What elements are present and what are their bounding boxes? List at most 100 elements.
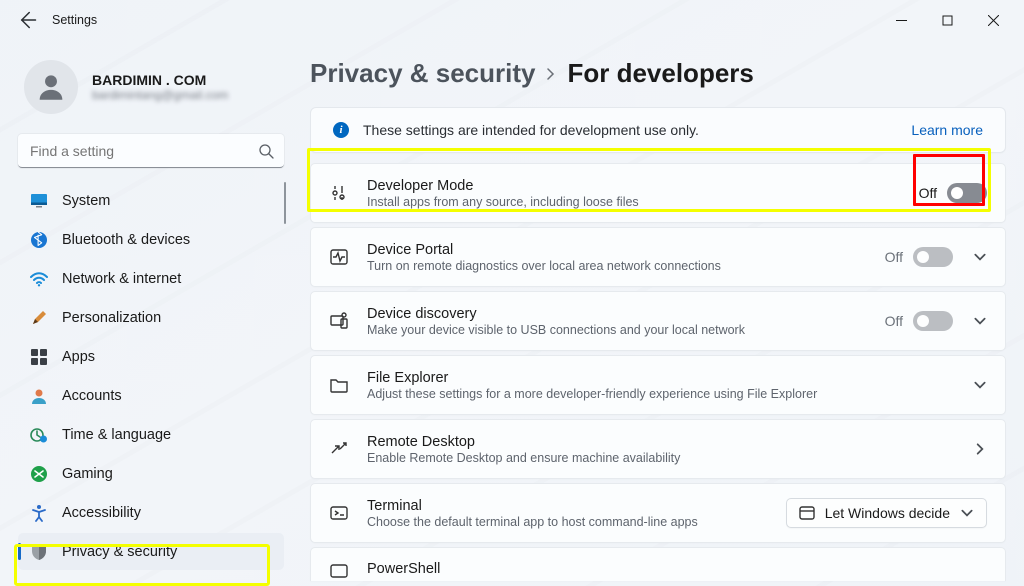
sidebar-item-label: Windows Update [62,583,172,586]
arrow-left-icon [18,10,38,30]
sidebar-item-label: Apps [62,349,95,365]
card-title: PowerShell [367,561,987,577]
card-title: Developer Mode [367,178,919,194]
card-desc: Choose the default terminal app to host … [367,515,786,529]
toggle-label: Off [885,249,903,265]
profile-block[interactable]: BARDIMIN . COM bardimintang@gmail.com [18,44,284,128]
avatar [24,60,78,114]
display-icon [30,192,48,210]
sidebar: BARDIMIN . COM bardimintang@gmail.com Sy… [0,40,296,586]
back-button[interactable] [18,10,38,30]
card-desc: Enable Remote Desktop and ensure machine… [367,451,973,465]
card-terminal[interactable]: Terminal Choose the default terminal app… [310,483,1006,543]
brush-icon [30,309,48,327]
bluetooth-icon [30,231,48,249]
devmode-icon [329,183,349,203]
sidebar-item-label: Accessibility [62,505,141,521]
chevron-down-icon [973,378,987,392]
wifi-icon [30,270,48,288]
close-button[interactable] [970,4,1016,36]
sidebar-item-personalization[interactable]: Personalization [18,299,284,336]
clock-globe-icon [30,426,48,444]
card-desc: Make your device visible to USB connecti… [367,323,885,337]
card-remote-desktop[interactable]: Remote Desktop Enable Remote Desktop and… [310,419,1006,479]
card-file-explorer[interactable]: File Explorer Adjust these settings for … [310,355,1006,415]
card-title: Device Portal [367,242,885,258]
search-input[interactable] [18,134,284,168]
learn-more-link[interactable]: Learn more [911,122,983,138]
chevron-right-icon [973,442,987,456]
breadcrumb-parent[interactable]: Privacy & security [310,58,535,89]
main-content: Privacy & security For developers i Thes… [296,40,1024,586]
chevron-right-icon [545,68,557,80]
sidebar-item-time[interactable]: Time & language [18,416,284,453]
card-title: Terminal [367,498,786,514]
toggle-label: Off [885,313,903,329]
chevron-down-icon [973,314,987,328]
heartbeat-icon [329,247,349,267]
sidebar-item-update[interactable]: Windows Update [18,572,284,586]
info-icon: i [333,122,349,138]
sidebar-item-label: Time & language [62,427,171,443]
profile-name: BARDIMIN . COM [92,72,228,88]
title-bar: Settings [0,0,1024,40]
sidebar-item-bluetooth[interactable]: Bluetooth & devices [18,221,284,258]
maximize-button[interactable] [924,4,970,36]
chevron-down-icon [973,250,987,264]
developer-mode-toggle[interactable] [947,183,987,203]
toggle-label: Off [919,185,937,201]
card-device-discovery[interactable]: Device discovery Make your device visibl… [310,291,1006,351]
breadcrumb: Privacy & security For developers [310,58,1006,89]
sidebar-item-label: Privacy & security [62,544,177,560]
person-icon [34,70,68,104]
info-banner: i These settings are intended for develo… [310,107,1006,153]
remote-icon [329,439,349,459]
card-title: File Explorer [367,370,973,386]
card-desc: Install apps from any source, including … [367,195,919,209]
minimize-button[interactable] [878,4,924,36]
maximize-icon [942,15,953,26]
app-window-icon [799,505,815,521]
accessibility-icon [30,504,48,522]
select-label: Let Windows decide [825,505,950,521]
sidebar-item-network[interactable]: Network & internet [18,260,284,297]
folder-icon [329,375,349,395]
close-icon [988,15,999,26]
sidebar-item-apps[interactable]: Apps [18,338,284,375]
chevron-down-icon [960,506,974,520]
device-portal-toggle[interactable] [913,247,953,267]
card-developer-mode[interactable]: Developer Mode Install apps from any sou… [310,163,1006,223]
scroll-indicator[interactable] [284,182,286,224]
sidebar-item-label: Gaming [62,466,113,482]
card-title: Device discovery [367,306,885,322]
shield-icon [30,543,48,561]
apps-icon [30,348,48,366]
sidebar-item-accessibility[interactable]: Accessibility [18,494,284,531]
sidebar-item-accounts[interactable]: Accounts [18,377,284,414]
info-text: These settings are intended for developm… [363,122,911,138]
powershell-icon [329,561,349,581]
card-powershell[interactable]: PowerShell [310,547,1006,581]
terminal-default-select[interactable]: Let Windows decide [786,498,987,528]
update-icon [30,582,48,586]
gaming-icon [30,465,48,483]
sidebar-item-privacy[interactable]: Privacy & security [18,533,284,570]
terminal-icon [329,503,349,523]
profile-email: bardimintang@gmail.com [92,88,228,102]
search-icon [258,143,274,159]
card-device-portal[interactable]: Device Portal Turn on remote diagnostics… [310,227,1006,287]
window-title: Settings [52,13,97,27]
minimize-icon [896,15,907,26]
settings-list: Developer Mode Install apps from any sou… [310,163,1006,581]
breadcrumb-current: For developers [567,58,753,89]
device-discovery-toggle[interactable] [913,311,953,331]
sidebar-item-system[interactable]: System [18,182,284,219]
nav-list: System Bluetooth & devices Network & int… [18,182,284,586]
sidebar-item-label: Bluetooth & devices [62,232,190,248]
accounts-icon [30,387,48,405]
search-box[interactable] [18,134,284,168]
sidebar-item-label: Accounts [62,388,122,404]
sidebar-item-gaming[interactable]: Gaming [18,455,284,492]
card-title: Remote Desktop [367,434,973,450]
sidebar-item-label: System [62,193,110,209]
